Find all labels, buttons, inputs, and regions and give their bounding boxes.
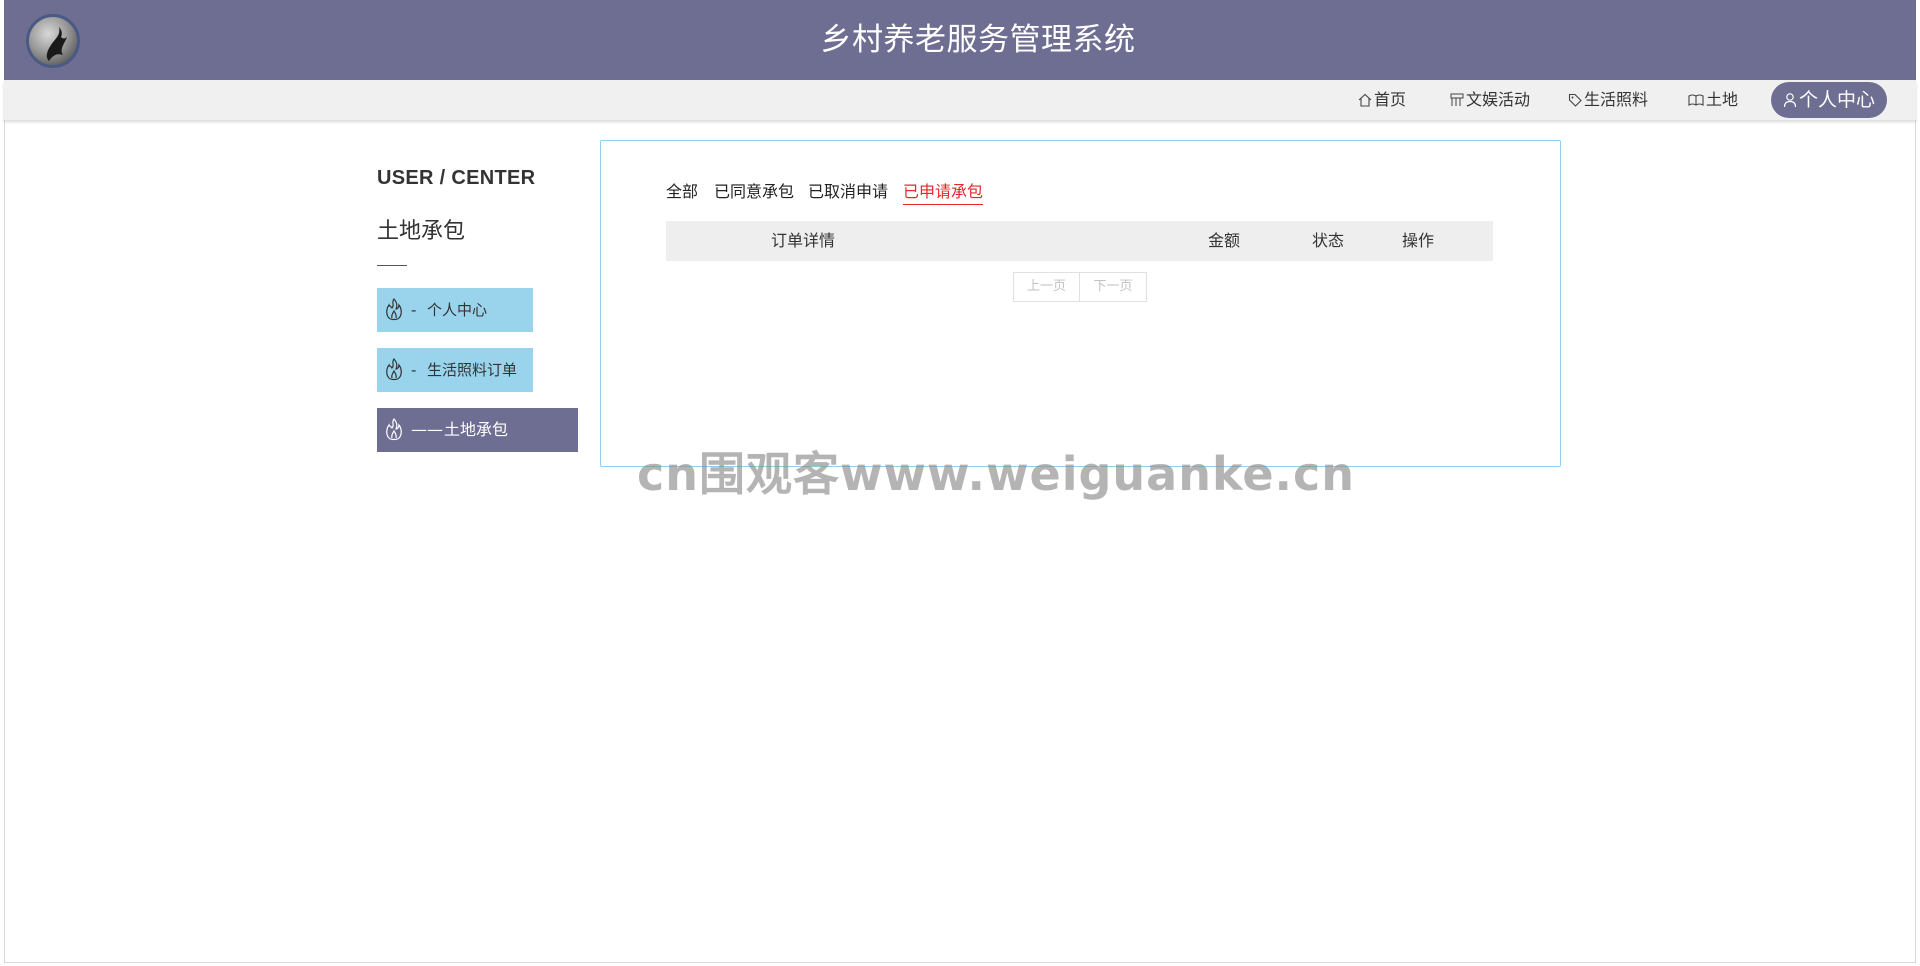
nav-land-label: 土地 xyxy=(1706,90,1739,109)
flame-icon xyxy=(386,298,402,321)
top-header: 乡村养老服务管理系统 xyxy=(4,0,1916,80)
user-icon xyxy=(1783,93,1797,108)
menu-dash: —— xyxy=(411,420,443,439)
tag-icon xyxy=(1568,93,1582,107)
tab-approved[interactable]: 已同意承包 xyxy=(714,179,794,205)
column-header-details: 订单详情 xyxy=(771,231,836,250)
nav-bar: 首页 文娱活动 生活照料 土地 个人中心 xyxy=(4,80,1916,120)
nav-item-care[interactable]: 生活照料 xyxy=(1568,80,1648,120)
sidebar-item-care-orders[interactable]: - 生活照料订单 xyxy=(377,348,533,392)
menu-dash: - xyxy=(411,301,417,319)
home-icon xyxy=(1358,93,1372,107)
site-title: 乡村养老服务管理系统 xyxy=(820,22,1136,58)
menu-dash: - xyxy=(411,361,417,379)
flame-icon xyxy=(386,358,402,381)
prev-page-button[interactable]: 上一页 xyxy=(1013,272,1080,302)
sidebar-divider xyxy=(377,265,407,266)
next-page-button[interactable]: 下一页 xyxy=(1080,272,1147,302)
tab-cancelled[interactable]: 已取消申请 xyxy=(808,179,888,205)
nav-user-center-label: 个人中心 xyxy=(1799,89,1876,111)
grid-icon xyxy=(1450,93,1464,106)
sidebar-heading: USER / CENTER xyxy=(377,167,536,189)
sidebar-item-label: 土地承包 xyxy=(444,420,509,439)
flame-icon xyxy=(386,418,402,441)
book-icon xyxy=(1688,94,1704,106)
tab-applied[interactable]: 已申请承包 xyxy=(903,179,984,205)
sidebar-item-user-center[interactable]: - 个人中心 xyxy=(377,288,533,332)
orders-table-header: 订单详情 金额 状态 操作 xyxy=(666,221,1493,261)
column-header-actions: 操作 xyxy=(1402,231,1435,250)
column-header-amount: 金额 xyxy=(1208,231,1241,250)
nav-entertainment-label: 文娱活动 xyxy=(1466,90,1531,109)
tab-all[interactable]: 全部 xyxy=(666,179,698,205)
nav-home-label: 首页 xyxy=(1374,90,1407,109)
sidebar-item-land-contract[interactable]: —— 土地承包 xyxy=(377,408,578,452)
pagination: 上一页 下一页 xyxy=(1013,272,1147,302)
column-header-status: 状态 xyxy=(1312,231,1345,250)
nav-item-home[interactable]: 首页 xyxy=(1358,80,1406,120)
nav-care-label: 生活照料 xyxy=(1584,90,1649,109)
sidebar-item-label: 生活照料订单 xyxy=(427,361,518,379)
nav-item-user-center[interactable]: 个人中心 xyxy=(1771,82,1888,118)
nav-item-entertainment[interactable]: 文娱活动 xyxy=(1450,80,1530,120)
watermark-text: cn围观客www.weiguanke.cn xyxy=(637,447,1356,501)
sidebar-item-label: 个人中心 xyxy=(427,301,488,319)
sidebar-subtitle: 土地承包 xyxy=(377,219,466,244)
nav-item-land[interactable]: 土地 xyxy=(1688,80,1738,120)
